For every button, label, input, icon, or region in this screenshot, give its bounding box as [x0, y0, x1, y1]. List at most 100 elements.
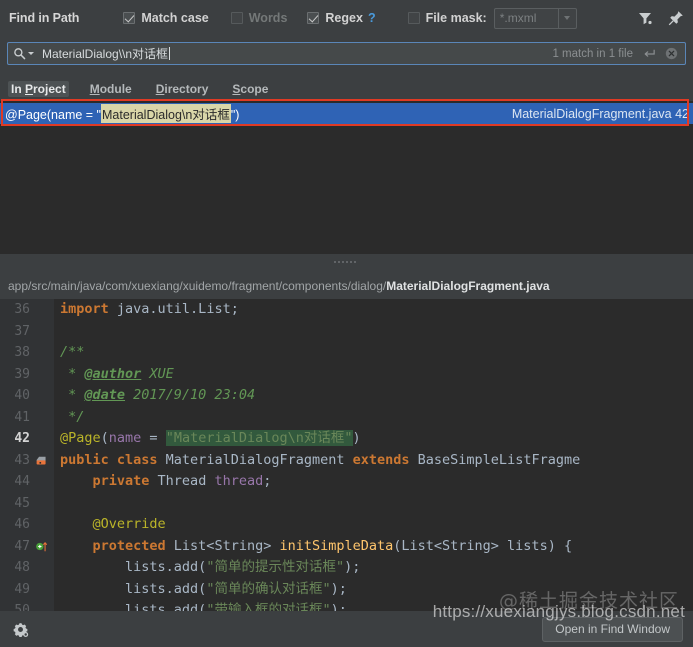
- override-method-icon[interactable]: [35, 540, 49, 553]
- file-mask-checkbox[interactable]: [407, 12, 420, 24]
- code-line: 36 import java.util.List;: [0, 299, 693, 321]
- code-line: 47 protected List<String> initSimpleData…: [0, 536, 693, 558]
- line-content: [50, 321, 693, 343]
- line-number: 40: [14, 388, 30, 403]
- line-content: public class MaterialDialogFragment exte…: [60, 451, 581, 468]
- match-case-checkbox[interactable]: [123, 12, 136, 24]
- gutter-slot: [34, 428, 50, 450]
- code-line: 39 * @author XUE: [0, 364, 693, 386]
- scope-tab-in-project[interactable]: In Project: [8, 81, 69, 97]
- line-content: */: [60, 408, 85, 425]
- regex-help-link[interactable]: ?: [368, 11, 376, 25]
- words-checkbox[interactable]: [230, 12, 243, 24]
- dialog-footer: Open in Find Window: [0, 611, 693, 647]
- gutter-slot: [34, 471, 50, 493]
- code-preview[interactable]: 36 import java.util.List; 37 38 /** 39 *…: [0, 299, 693, 611]
- search-input-row[interactable]: MaterialDialog\\n对话框 1 match in 1 file: [7, 42, 686, 65]
- gutter-slot: [34, 407, 50, 429]
- line-content: protected List<String> initSimpleData(Li…: [92, 537, 573, 554]
- gutter-slot: [34, 450, 50, 472]
- panel-splitter[interactable]: [0, 254, 693, 270]
- regex-checkbox[interactable]: [307, 12, 320, 24]
- scope-tabs: In Project Module Directory Scope: [0, 78, 693, 100]
- line-number: 49: [14, 581, 30, 597]
- search-history-chevron-icon[interactable]: [28, 52, 34, 55]
- line-number: 43: [14, 452, 30, 468]
- line-content: @Override: [92, 516, 166, 532]
- scope-tab-scope[interactable]: Scope: [229, 81, 271, 97]
- regex-label: Regex: [325, 11, 363, 25]
- file-mask-label: File mask:: [425, 11, 487, 25]
- gutter-slot: [34, 364, 50, 386]
- table-row[interactable]: @Page(name = " MaterialDialog\n对话框 ") Mate…: [0, 103, 693, 124]
- scope-tab-in-project-mnemonic: P: [25, 82, 34, 96]
- line-content: lists.add("简单的确认对话框");: [60, 580, 347, 597]
- scope-tab-module-post: odule: [99, 82, 132, 96]
- match-case-label: Match case: [141, 11, 209, 25]
- result-line-number: 42: [675, 106, 689, 121]
- line-content: /**: [60, 344, 85, 360]
- toolbar-icon-group: [637, 10, 684, 26]
- gutter-slot: [34, 557, 50, 579]
- result-file-name: MaterialDialogFragment.java: [511, 106, 672, 121]
- line-number: 50: [14, 603, 30, 611]
- line-number: 36: [14, 302, 30, 317]
- search-input-value: MaterialDialog\\n对话框: [42, 47, 169, 61]
- regex-option[interactable]: Regex ?: [307, 8, 376, 28]
- find-toolbar: Find in Path Match case Words Regex ? Fi…: [0, 0, 693, 36]
- dialog-title: Find in Path: [9, 11, 80, 25]
- scope-tab-scope-post: cope: [240, 82, 269, 96]
- scope-tab-in-project-pre: In: [11, 82, 25, 96]
- pin-icon[interactable]: [668, 10, 684, 26]
- code-line: 44 private Thread thread;: [0, 471, 693, 493]
- scope-tab-directory[interactable]: Directory: [153, 81, 212, 97]
- gutter-slot: [34, 493, 50, 515]
- line-number: 45: [14, 495, 30, 511]
- code-line: 46 @Override: [0, 514, 693, 536]
- gear-icon[interactable]: [12, 621, 29, 638]
- line-number: 44: [14, 474, 30, 489]
- scope-tab-directory-post: irectory: [164, 82, 209, 96]
- code-line: 40 * @date 2017/9/10 23:04: [0, 385, 693, 407]
- filter-funnel-icon[interactable]: [637, 10, 653, 26]
- line-content: lists.add("带输入框的对话框");: [60, 602, 347, 611]
- words-option[interactable]: Words: [230, 8, 287, 28]
- line-number: 37: [14, 323, 30, 339]
- gutter-slot: [34, 579, 50, 601]
- gutter-slot: [34, 514, 50, 536]
- line-number: 38: [14, 345, 30, 360]
- gutter-slot: [34, 600, 50, 611]
- line-content: @Page(name = "MaterialDialog\n对话框"): [60, 430, 361, 446]
- file-mask-option[interactable]: File mask: *.mxml: [407, 7, 577, 29]
- line-content: * @author XUE: [60, 365, 174, 382]
- result-suffix: "): [230, 108, 240, 122]
- line-number: 46: [14, 517, 30, 532]
- line-content: * @date 2017/9/10 23:04: [60, 387, 256, 403]
- search-results-list[interactable]: @Page(name = " MaterialDialog\n对话框 ") Mate…: [0, 101, 693, 254]
- line-content: lists.add("简单的提示性对话框");: [60, 559, 361, 575]
- file-mask-combo[interactable]: *.mxml: [493, 7, 577, 29]
- splitter-grip-icon: [333, 260, 360, 264]
- code-line: 50 lists.add("带输入框的对话框");: [0, 600, 693, 611]
- open-in-find-window-button[interactable]: Open in Find Window: [542, 616, 683, 642]
- gutter-slot: [34, 536, 50, 558]
- scope-tab-module[interactable]: Module: [87, 81, 135, 97]
- file-mask-dropdown-arrow[interactable]: [557, 8, 576, 28]
- line-number: 48: [14, 560, 30, 575]
- gutter-slot: [34, 385, 50, 407]
- breadcrumb-file: MaterialDialogFragment.java: [386, 279, 550, 293]
- line-content: import java.util.List;: [60, 301, 239, 317]
- code-line-match: 42 @Page(name = "MaterialDialog\n对话框"): [0, 428, 693, 450]
- clear-search-icon[interactable]: [665, 47, 678, 60]
- scope-tab-in-project-post: roject: [33, 82, 66, 96]
- gutter-slot: [34, 342, 50, 364]
- code-line: 41 */: [0, 407, 693, 429]
- search-icon[interactable]: [13, 47, 26, 60]
- code-line: 48 lists.add("简单的提示性对话框");: [0, 557, 693, 579]
- result-match-text: @Page(name = " MaterialDialog\n对话框 "): [5, 104, 239, 123]
- search-input[interactable]: MaterialDialog\\n对话框: [42, 45, 171, 62]
- code-line: 38 /**: [0, 342, 693, 364]
- match-case-option[interactable]: Match case: [123, 8, 209, 28]
- breadcrumb-directory: app/src/main/java/com/xuexiang/xuidemo/f…: [8, 279, 387, 293]
- text-caret: [169, 47, 171, 60]
